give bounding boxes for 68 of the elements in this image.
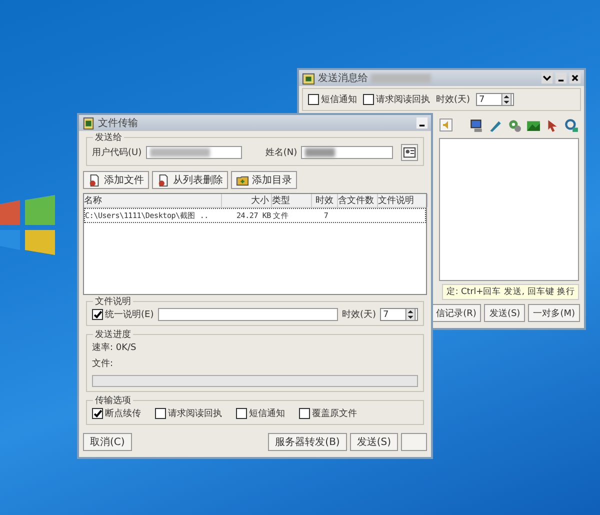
field-label: 姓名(N) [265, 146, 298, 159]
redacted-text [150, 148, 210, 157]
shortcut-hint: 定: Ctrl+回车 发送, 回车键 换行 [442, 284, 579, 300]
folder-add-icon [236, 174, 249, 186]
app-icon [82, 116, 95, 130]
spin-arrows-icon [500, 93, 514, 106]
action-button[interactable]: 信记录(R) [431, 304, 482, 322]
column-header[interactable]: 文件说明 [378, 194, 428, 207]
checkbox[interactable] [92, 408, 103, 419]
transfer-rate: 速率: 0K/S [92, 342, 138, 354]
user-code-field[interactable] [146, 146, 242, 159]
message-input[interactable] [439, 138, 579, 281]
checkbox[interactable] [308, 94, 319, 105]
field-label: 用户代码(U) [92, 146, 142, 159]
checkbox-label: 请求阅读回执 [376, 94, 430, 106]
spin-field[interactable]: 7 [476, 93, 514, 106]
checkbox-label: 短信通知 [321, 94, 357, 106]
window-title: 发送消息给 [318, 72, 368, 85]
current-file: 文件: [92, 358, 114, 370]
checkbox[interactable] [155, 408, 166, 419]
expiry-label: 时效(天) [436, 94, 470, 106]
close-icon [569, 72, 581, 84]
group-title: 发送给 [93, 131, 124, 144]
column-header[interactable]: 时效 [312, 194, 338, 207]
spin-field[interactable]: 7 [380, 308, 418, 321]
description-field[interactable] [158, 308, 338, 321]
toolbar-button[interactable]: 添加目录 [231, 171, 297, 189]
file-add-icon [88, 174, 101, 186]
action-button[interactable]: 服务器转发(B) [268, 433, 347, 451]
app-icon [302, 72, 315, 84]
action-button[interactable]: 取消(C) [83, 433, 132, 451]
toolbar-button[interactable]: 添加文件 [83, 171, 149, 189]
group-title: 文件说明 [93, 295, 133, 308]
toolbar-button[interactable]: 从列表删除 [152, 171, 228, 189]
expiry-label: 时效(天) [342, 308, 376, 321]
checkbox[interactable] [363, 94, 374, 105]
column-header[interactable]: 名称 [84, 194, 222, 207]
address-book-icon [403, 146, 416, 159]
group-title: 传输选项 [93, 394, 133, 407]
file-remove-icon [157, 174, 170, 186]
name-field[interactable] [301, 146, 393, 159]
minimize-icon [555, 72, 567, 84]
redacted-name [371, 74, 431, 82]
group-title: 发送进度 [93, 328, 133, 341]
redacted-text [305, 148, 336, 157]
checkbox-label: 短信通知 [249, 408, 285, 420]
spin-arrows-icon [404, 308, 417, 321]
monitor-icon [469, 118, 484, 132]
minimize-icon [416, 117, 428, 129]
checkbox-label: 断点续传 [105, 408, 141, 420]
checkbox-label: 覆盖原文件 [312, 407, 357, 420]
window-title: 文件传输 [98, 116, 138, 130]
checkbox-label: 请求阅读回执 [168, 408, 222, 420]
address-book-button[interactable] [401, 144, 418, 161]
checkbox[interactable] [299, 408, 310, 419]
column-header[interactable]: 含文件数 [338, 194, 378, 207]
checkbox[interactable] [92, 309, 103, 320]
action-button[interactable]: 发送(S) [484, 304, 526, 322]
action-button[interactable]: 一对多(M) [528, 304, 580, 322]
checkbox[interactable] [236, 408, 247, 419]
action-button[interactable]: 发送(S) [350, 433, 398, 451]
column-header[interactable]: 类型 [272, 194, 312, 207]
action-button[interactable] [401, 433, 427, 451]
magnifier-icon [564, 118, 579, 132]
checkbox-label: 统一说明(E) [105, 308, 154, 321]
speaker-icon [439, 118, 453, 132]
column-header[interactable]: 大小 [222, 194, 272, 207]
dropdown-icon [541, 72, 553, 84]
